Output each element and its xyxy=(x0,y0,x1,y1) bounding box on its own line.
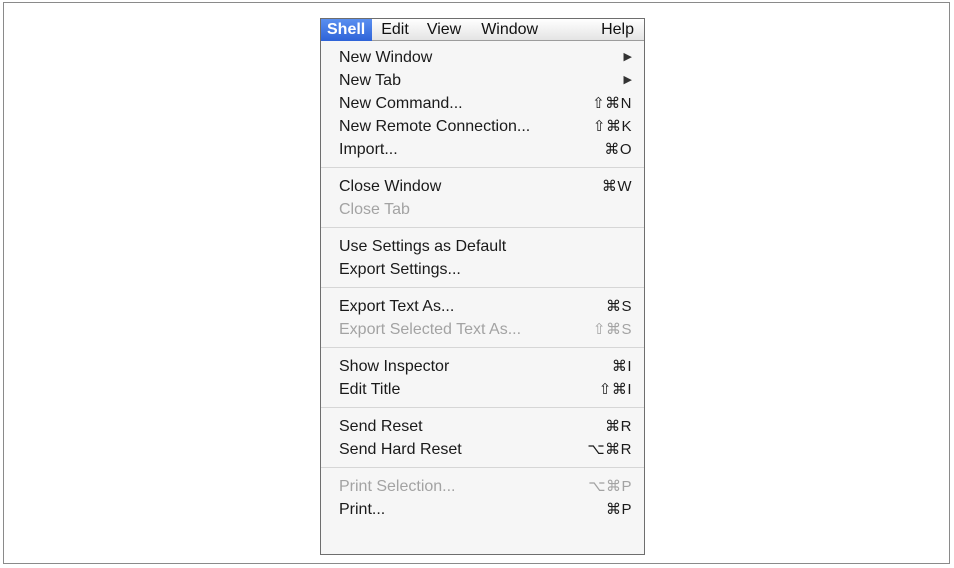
shell-menu: New Window ▶ New Tab ▶ New Command... ⇧⌘… xyxy=(321,41,644,554)
menu-item-label: Close Tab xyxy=(339,201,410,218)
menu-item-label: New Tab xyxy=(339,72,401,89)
menu-item-export-selected-text-as: Export Selected Text As... ⇧⌘S xyxy=(321,318,644,341)
menu-separator xyxy=(321,167,644,168)
menubar-help[interactable]: Help xyxy=(593,19,644,41)
menu-item-print[interactable]: Print... ⌘P xyxy=(321,498,644,521)
menu-item-export-settings[interactable]: Export Settings... xyxy=(321,258,644,281)
menubar-edit[interactable]: Edit xyxy=(372,19,417,41)
menubar-view[interactable]: View xyxy=(417,19,469,41)
menu-item-close-window[interactable]: Close Window ⌘W xyxy=(321,175,644,198)
menu-item-label: Export Settings... xyxy=(339,261,461,278)
shell-menu-screenshot: Shell Edit View Window Help New Window ▶… xyxy=(320,18,645,555)
submenu-arrow-icon: ▶ xyxy=(623,51,632,63)
menu-item-label: Use Settings as Default xyxy=(339,238,507,255)
menubar-window[interactable]: Window xyxy=(469,19,546,41)
menu-item-shortcut: ⌘R xyxy=(605,418,632,435)
menu-item-label: Export Text As... xyxy=(339,298,455,315)
menu-item-label: Show Inspector xyxy=(339,358,450,375)
menu-item-send-reset[interactable]: Send Reset ⌘R xyxy=(321,415,644,438)
menu-item-show-inspector[interactable]: Show Inspector ⌘I xyxy=(321,355,644,378)
menu-item-shortcut: ⇧⌘N xyxy=(592,95,632,112)
screenshot-frame: Shell Edit View Window Help New Window ▶… xyxy=(3,2,950,564)
menu-item-label: New Command... xyxy=(339,95,463,112)
menu-item-label: Send Hard Reset xyxy=(339,441,462,458)
menu-item-close-tab: Close Tab xyxy=(321,198,644,221)
menu-item-shortcut: ⇧⌘I xyxy=(598,381,632,398)
menu-item-use-settings-as-default[interactable]: Use Settings as Default xyxy=(321,235,644,258)
menu-item-label: Export Selected Text As... xyxy=(339,321,522,338)
menu-separator xyxy=(321,467,644,468)
menu-item-shortcut: ⌘P xyxy=(605,501,632,518)
menu-item-shortcut: ⌘S xyxy=(605,298,632,315)
menu-item-label: Import... xyxy=(339,141,398,158)
menu-item-shortcut: ⌘O xyxy=(604,141,632,158)
menu-item-label: Print... xyxy=(339,501,386,518)
menu-item-label: Print Selection... xyxy=(339,478,456,495)
menu-item-shortcut: ⌥⌘R xyxy=(587,441,632,458)
menu-item-shortcut: ⌥⌘P xyxy=(588,478,632,495)
menubar: Shell Edit View Window Help xyxy=(321,19,644,41)
menu-separator xyxy=(321,287,644,288)
menu-separator xyxy=(321,347,644,348)
menu-item-label: Send Reset xyxy=(339,418,423,435)
menu-separator xyxy=(321,407,644,408)
menu-separator xyxy=(321,227,644,228)
menu-item-label: New Remote Connection... xyxy=(339,118,531,135)
menu-item-edit-title[interactable]: Edit Title ⇧⌘I xyxy=(321,378,644,401)
menu-item-label: Close Window xyxy=(339,178,442,195)
menu-item-print-selection: Print Selection... ⌥⌘P xyxy=(321,475,644,498)
menu-item-send-hard-reset[interactable]: Send Hard Reset ⌥⌘R xyxy=(321,438,644,461)
menu-item-new-tab[interactable]: New Tab ▶ xyxy=(321,69,644,92)
menu-item-shortcut: ⌘W xyxy=(601,178,632,195)
menu-item-new-command[interactable]: New Command... ⇧⌘N xyxy=(321,92,644,115)
menu-item-export-text-as[interactable]: Export Text As... ⌘S xyxy=(321,295,644,318)
menu-item-shortcut: ⌘I xyxy=(611,358,632,375)
menu-item-shortcut: ⇧⌘S xyxy=(592,321,632,338)
submenu-arrow-icon: ▶ xyxy=(623,74,632,86)
menu-item-shortcut: ⇧⌘K xyxy=(592,118,632,135)
menu-item-new-remote-connection[interactable]: New Remote Connection... ⇧⌘K xyxy=(321,115,644,138)
menubar-shell[interactable]: Shell xyxy=(321,19,373,41)
menu-item-label: New Window xyxy=(339,49,433,66)
menu-item-label: Edit Title xyxy=(339,381,401,398)
menu-item-new-window[interactable]: New Window ▶ xyxy=(321,46,644,69)
menu-item-import[interactable]: Import... ⌘O xyxy=(321,138,644,161)
